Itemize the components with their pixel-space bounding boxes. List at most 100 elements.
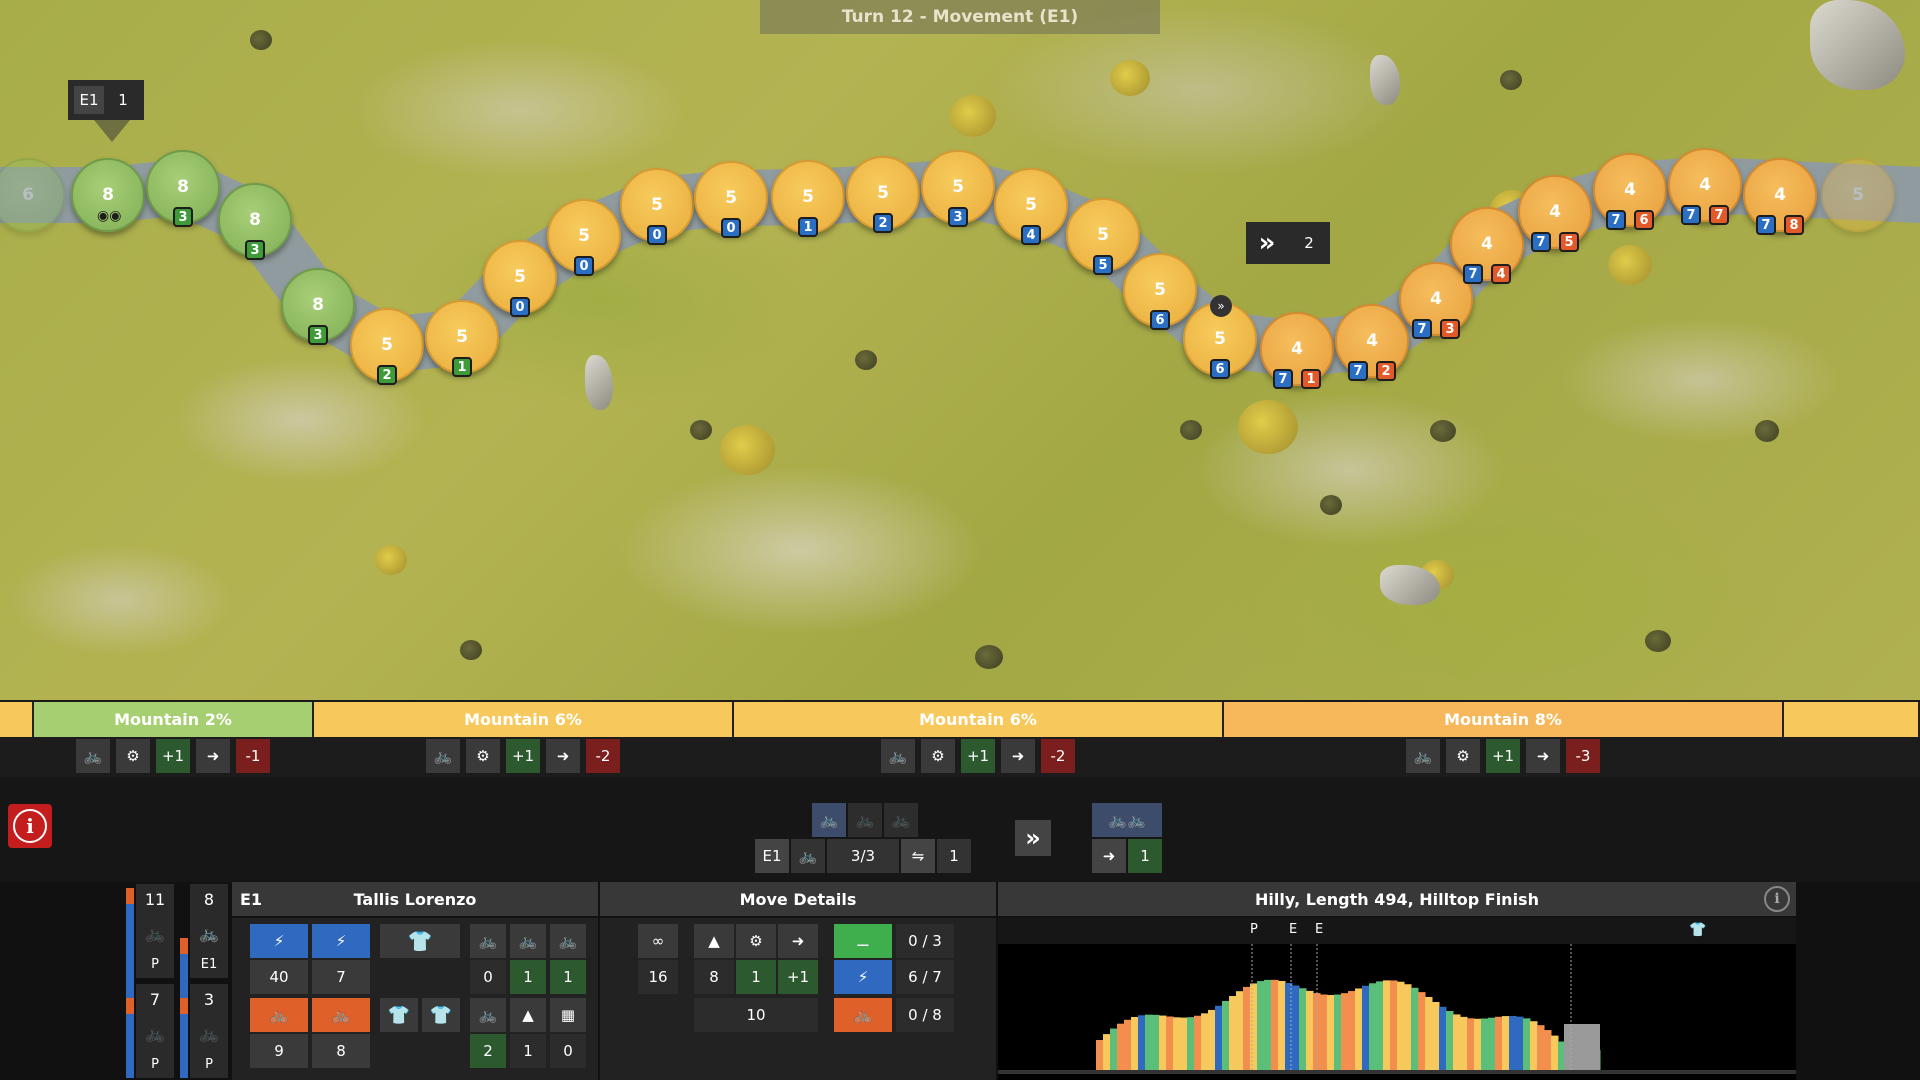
tile-badge: 0 <box>721 218 741 238</box>
profile-marker: E <box>1289 922 1298 937</box>
elevation-bar <box>1236 991 1244 1070</box>
elevation-bar <box>1404 984 1412 1070</box>
road-tile[interactable]: 4 <box>1450 207 1524 281</box>
elevation-bar <box>1292 985 1300 1070</box>
elevation-bar <box>1383 980 1391 1070</box>
road-tile[interactable]: 4 <box>1518 175 1592 249</box>
tile-badge: 0 <box>510 297 530 317</box>
rider-position-label[interactable]: E1 1 <box>68 80 144 142</box>
elevation-bar <box>1278 980 1286 1070</box>
course-header: Hilly, Length 494, Hilltop Finish i <box>998 882 1796 916</box>
elevation-bar <box>1453 1014 1461 1070</box>
cyclist-icon: 🚲 <box>199 923 219 943</box>
road-tile[interactable]: 4 <box>1335 304 1409 378</box>
elevation-bar <box>1341 993 1349 1070</box>
tile-badge: 4 <box>1021 225 1041 245</box>
profile-baseline <box>998 1070 1796 1074</box>
sprint-max-icon: ⚡ <box>312 924 370 958</box>
roster-slot[interactable]: 7 🚲 P <box>136 984 174 1078</box>
elevation-chart <box>998 944 1796 1074</box>
draft-icon: ➜ <box>1526 739 1560 773</box>
lanes-value: 1 <box>937 839 971 873</box>
rider-number: 3 <box>203 990 215 1009</box>
card-count: 0 <box>550 1034 586 1068</box>
road-tile[interactable]: 4 <box>1399 262 1473 336</box>
rider-team: E1 <box>240 889 263 909</box>
endurance-icon: 🚲 <box>834 998 892 1032</box>
rest-icon: ⚊ <box>834 924 892 958</box>
draft-icon: ➜ <box>1001 739 1035 773</box>
gear-icon: ⚙ <box>116 739 150 773</box>
elevation-bar <box>1271 979 1279 1070</box>
draft-penalty-value: -3 <box>1566 739 1600 773</box>
road-tile[interactable]: 4 <box>1593 153 1667 227</box>
sprint-value: 6 / 7 <box>896 960 954 994</box>
race-map[interactable]: Turn 12 - Movement (E1) 6883838352515050… <box>0 0 1920 700</box>
gear-bonus-value: +1 <box>506 739 540 773</box>
elevation-bar <box>1397 981 1405 1070</box>
tile-badge: 7 <box>1681 205 1701 225</box>
tile-badge: 7 <box>1412 319 1432 339</box>
elevation-bar <box>1145 1014 1153 1070</box>
fast-forward-button[interactable]: » <box>1015 820 1051 856</box>
roster-slot[interactable]: 11 🚲 P <box>136 884 174 978</box>
cyclist-icon[interactable]: 🚲 <box>884 803 918 837</box>
rest-value: 0 / 3 <box>896 924 954 958</box>
endurance-max-value: 8 <box>312 1034 370 1068</box>
elevation-bar <box>1152 1014 1160 1070</box>
tile-badge: 8 <box>1784 215 1804 235</box>
road-tile[interactable]: 4 <box>1743 158 1817 232</box>
tile-badge: 7 <box>1273 369 1293 389</box>
gear-bonus-value: +1 <box>1486 739 1520 773</box>
elevation-bar <box>1376 981 1384 1070</box>
segment-label: Mountain 6% <box>734 702 1224 737</box>
profile-marker: E <box>1315 922 1324 937</box>
elevation-bar <box>1187 1017 1195 1070</box>
info-button[interactable]: i <box>8 804 52 848</box>
cyclist-icon: 🚲 <box>76 739 110 773</box>
cyclist-selected-icon[interactable]: 🚲 <box>812 803 846 837</box>
group-riders-icon[interactable]: 🚲🚲 <box>1092 803 1162 837</box>
gear-icon: ⚙ <box>736 924 776 958</box>
draft-icon: ➜ <box>778 924 818 958</box>
elevation-bar <box>1446 1011 1454 1070</box>
slipstream-value: 1 <box>1128 839 1162 873</box>
card-type-icon: 🚲 <box>470 924 506 958</box>
draft-value: +1 <box>778 960 818 994</box>
tile-badge: 7 <box>1606 210 1626 230</box>
team-color-bar <box>180 998 188 1014</box>
road-tile[interactable]: 4 <box>1260 312 1334 386</box>
roster-slot-active[interactable]: 8 🚲 E1 <box>190 884 228 978</box>
tile-badge: 6 <box>1210 359 1230 379</box>
card-count: 1 <box>550 960 586 994</box>
elevation-bar <box>1544 1030 1552 1070</box>
elevation-bar <box>1159 1015 1167 1070</box>
rider-marker-icon[interactable]: ◉◉ <box>97 208 121 224</box>
roster-slot[interactable]: 3 🚲 P <box>190 984 228 1078</box>
mountain-card-icon: ▲ <box>510 998 546 1032</box>
cyclist-icon: 🚲 <box>145 1023 165 1043</box>
elevation-bar <box>1215 1005 1223 1070</box>
segment-label: Mountain 6% <box>314 702 734 737</box>
team-color-bar <box>126 888 134 904</box>
road-tile[interactable]: 4 <box>1668 148 1742 222</box>
elevation-bar <box>1306 990 1314 1070</box>
tile-badge: 7 <box>1463 264 1483 284</box>
marker-strip <box>998 918 1796 944</box>
move-total-value: 10 <box>694 998 818 1032</box>
elevation-bar <box>1222 1000 1230 1070</box>
gear-icon: ⚙ <box>466 739 500 773</box>
road-tile[interactable]: 5 <box>1821 158 1895 232</box>
segment-modifiers: 🚲 ⚙ +1 ➜ -2 <box>426 739 620 773</box>
elevation-bar <box>1229 996 1237 1070</box>
lanes-icon: ⇋ <box>901 839 935 873</box>
movement-value: 2 <box>1304 234 1314 252</box>
course-profile[interactable]: P E E 👕 <box>998 918 1796 1080</box>
rider-number: 8 <box>203 890 215 909</box>
elevation-bar <box>1418 992 1426 1070</box>
cyclist-icon[interactable]: 🚲 <box>848 803 882 837</box>
info-icon[interactable]: i <box>1764 886 1790 912</box>
elevation-bar <box>1432 1002 1440 1070</box>
elevation-bar <box>1334 994 1342 1070</box>
fast-forward-marker-icon[interactable]: » <box>1210 295 1232 317</box>
